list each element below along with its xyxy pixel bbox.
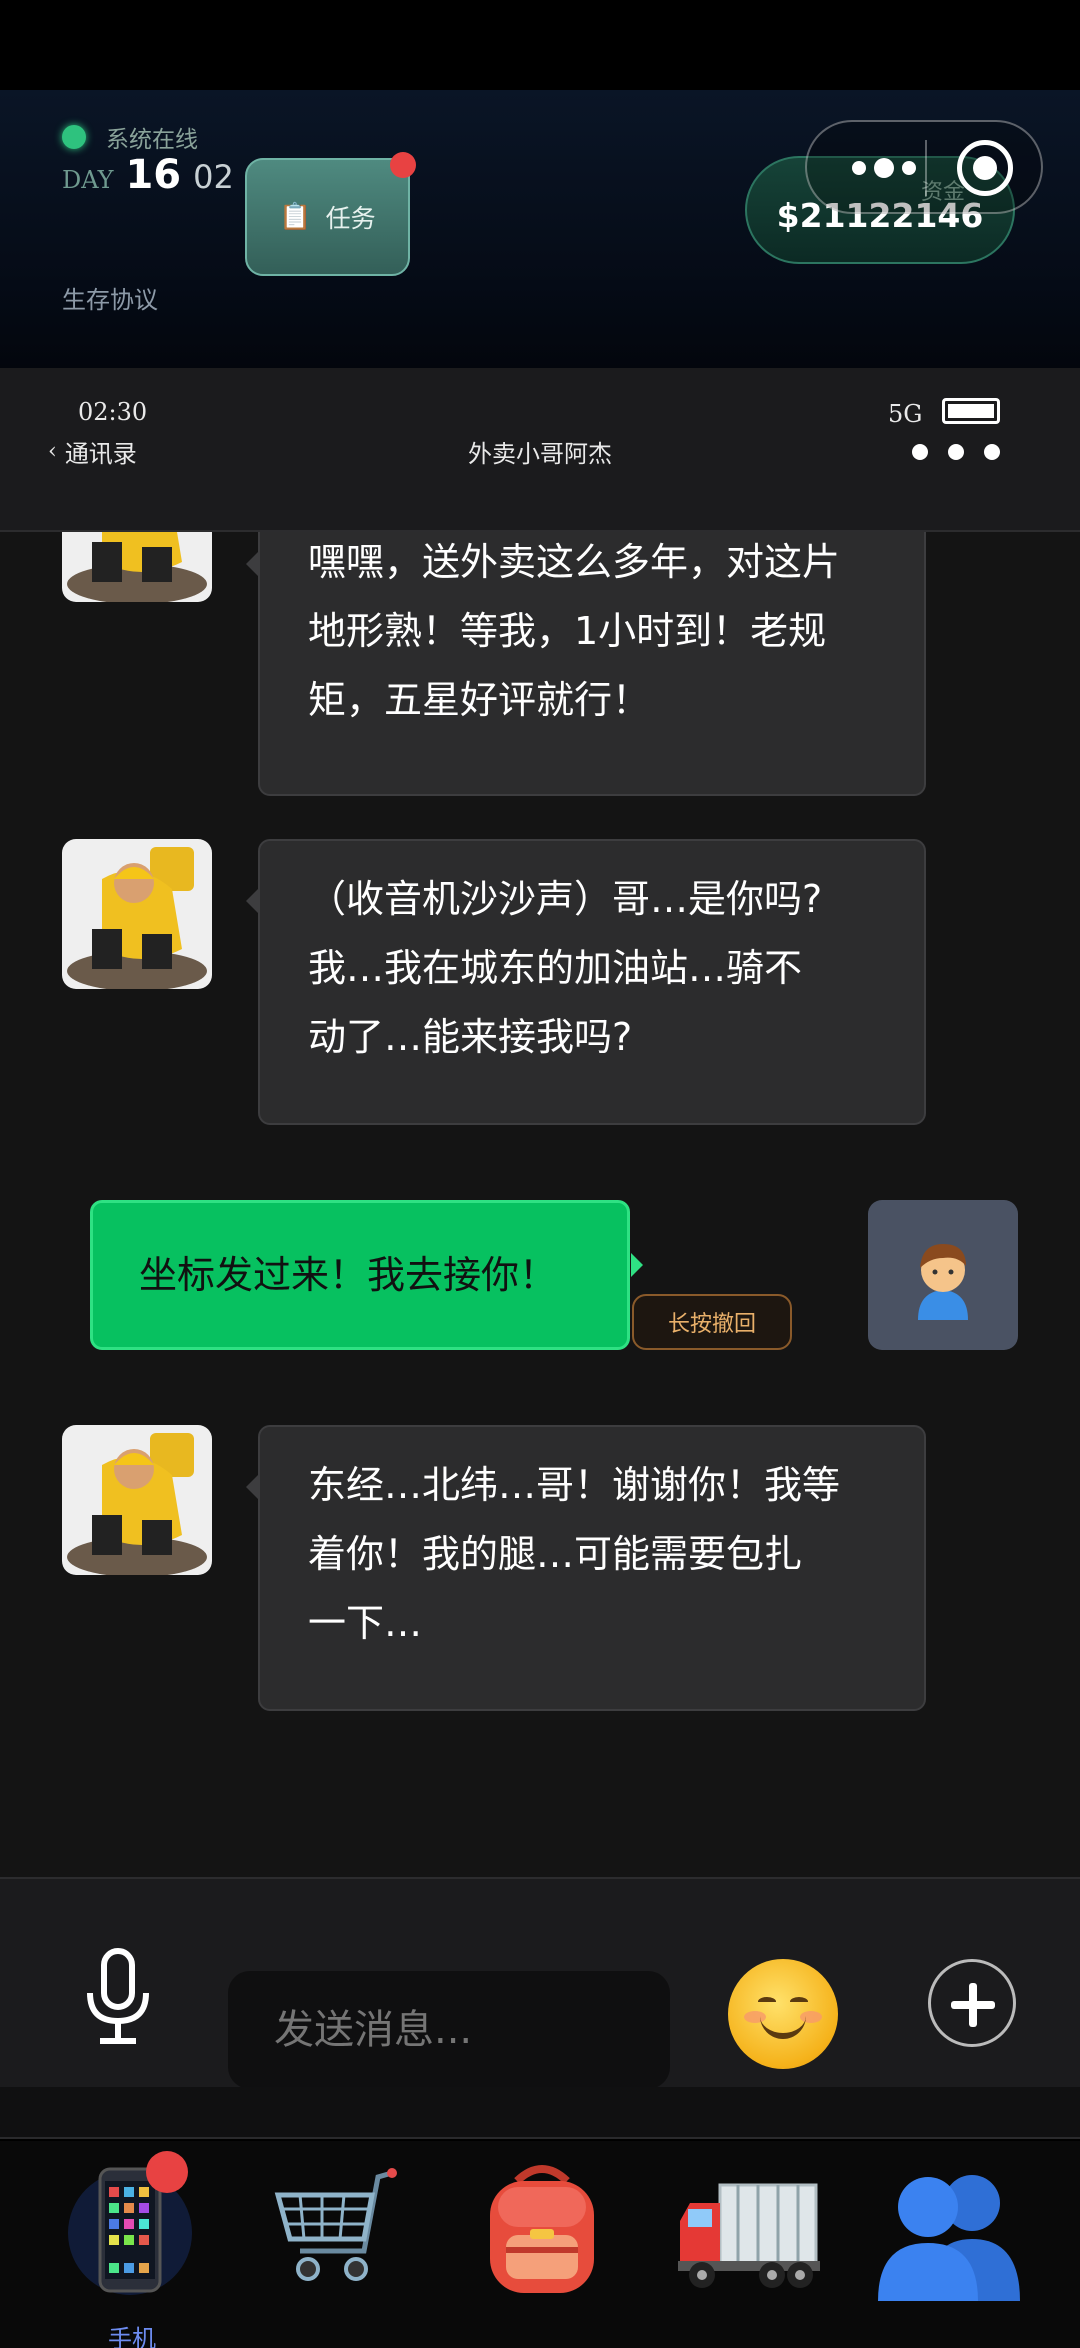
day-label: DAY [62,166,114,194]
nav-label: 手机 [108,2325,156,2348]
contact-avatar[interactable] [62,1425,212,1575]
phone-icon [68,2167,192,2295]
nav-item-truck[interactable] [668,2151,828,2341]
my-avatar[interactable] [868,1200,1018,1350]
nav-item-phone[interactable]: 手机 [52,2151,212,2348]
message-line: 我…我在城东的加油站…骑不 [308,946,803,990]
backpack-icon [490,2165,594,2293]
message-line: 地形熟！等我，1小时到！老规 [308,609,827,653]
capsule-divider [925,140,927,196]
message-line: （收音机沙沙声）哥…是你吗? [308,877,823,921]
day-counter: DAY 16 02 [62,152,234,198]
contact-avatar[interactable] [62,839,212,989]
recall-button[interactable]: 长按撤回 [632,1294,792,1350]
message-line: 东经…北纬…哥！谢谢你！我等 [308,1463,841,1507]
people-icon [878,2175,1020,2301]
miniprogram-capsule [805,120,1043,214]
message-line: 嘿嘿，送外卖这么多年，对这片 [308,540,841,584]
plus-icon[interactable] [928,1959,1016,2047]
microphone-icon[interactable] [78,1947,158,2047]
system-status: 系统在线 [62,120,198,154]
chat-header: 02:30 ‹ 通讯录 外卖小哥阿杰 5G [0,368,1080,532]
message-line: 一下… [308,1601,423,1645]
game-hud: 系统在线 DAY 16 02 生存协议 📋 任务 资金 $21122146 [0,90,1080,368]
day-number: 16 [125,152,182,198]
nav-item-people[interactable] [870,2151,1030,2341]
chat-input-bar [0,1877,1080,2089]
input-bottom-strip [0,2087,1080,2139]
person-icon [918,1244,968,1320]
task-badge [390,152,416,178]
message-line: 矩，五星好评就行！ [308,678,651,722]
status-text: 系统在线 [106,127,198,153]
online-dot-icon [62,125,86,149]
emoji-icon[interactable] [728,1959,838,2069]
task-label: 任务 [325,204,376,233]
cart-icon [274,2168,397,2281]
message-input[interactable] [228,1971,670,2089]
message-bubble[interactable]: （收音机沙沙声）哥…是你吗? 我…我在城东的加油站…骑不 动了…能来接我吗? [246,839,926,1125]
network-indicator: 5G [888,400,923,428]
clipboard-icon: 📋 [279,202,312,232]
game-bottom-nav: 手机 [0,2141,1080,2348]
chat-messages[interactable]: 嘿嘿，送外卖这么多年，对这片 地形熟！等我，1小时到！老规 矩，五星好评就行！ … [0,532,1080,1877]
truck-icon [678,2183,820,2288]
message-bubble[interactable]: 嘿嘿，送外卖这么多年，对这片 地形熟！等我，1小时到！老规 矩，五星好评就行！ [246,532,926,796]
message-line: 着你！我的腿…可能需要包扎 [308,1532,803,1576]
contact-avatar[interactable] [62,532,212,602]
battery-icon [942,398,1000,424]
protocol-link[interactable]: 生存协议 [62,280,158,315]
phone-time: 02:30 [78,398,148,426]
close-target-icon[interactable] [957,140,1013,196]
day-sub: 02 [193,158,234,196]
nav-item-backpack[interactable] [462,2151,622,2341]
message-line: 动了…能来接我吗? [308,1015,633,1059]
nav-item-cart[interactable] [260,2151,420,2341]
message-line: 坐标发过来！我去接你！ [139,1252,558,1297]
top-black-band [0,0,1080,90]
my-message-bubble[interactable]: 坐标发过来！我去接你！ [90,1200,643,1350]
message-bubble[interactable]: 东经…北纬…哥！谢谢你！我等 着你！我的腿…可能需要包扎 一下… [246,1425,926,1711]
phone-badge [146,2151,188,2193]
more-options-icon[interactable] [839,150,929,186]
task-button[interactable]: 📋 任务 [245,152,416,276]
chat-more-icon[interactable] [912,444,1000,460]
